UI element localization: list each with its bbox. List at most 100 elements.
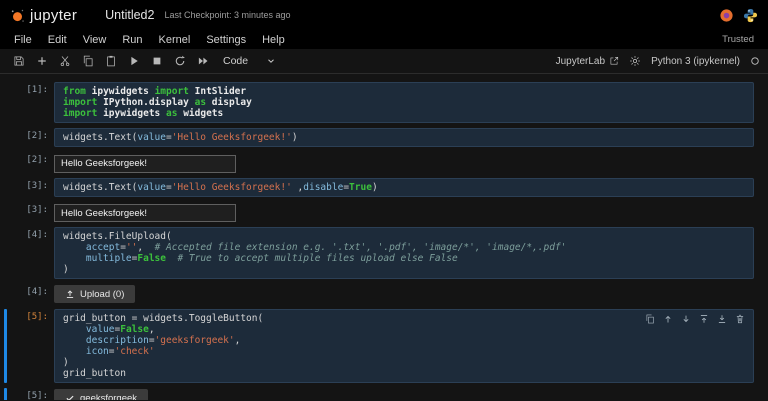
text-widget-input[interactable]: [54, 204, 236, 222]
cell-type-value: Code: [223, 55, 248, 67]
insert-above-icon: [699, 314, 709, 324]
execution-prompt: [3]:: [12, 178, 54, 197]
jupyter-logo-icon: [10, 8, 25, 23]
copy-button[interactable]: [77, 52, 98, 71]
check-icon: [65, 393, 75, 400]
notebook: [1]:from ipywidgets import IntSliderimpo…: [0, 74, 768, 400]
menubar: File Edit View Run Kernel Settings Help …: [0, 30, 768, 49]
move-up-icon: [663, 314, 673, 324]
menu-view[interactable]: View: [75, 32, 115, 48]
output-row: [5]:geeksforgeek: [4, 388, 754, 400]
save-button[interactable]: [8, 52, 29, 71]
code-line: grid_button: [63, 368, 745, 379]
output-row: [2]:: [4, 152, 754, 173]
jupyter-logo[interactable]: jupyter: [10, 7, 77, 24]
cell-output: [54, 202, 754, 223]
python-logo-icon[interactable]: [743, 8, 758, 23]
delete-icon: [735, 314, 745, 324]
code-line: ): [63, 357, 745, 368]
code-cell-row: [4]:widgets.FileUpload( accept='', # Acc…: [4, 227, 754, 279]
code-line: from ipywidgets import IntSlider: [63, 86, 745, 97]
code-line: multiple=False # True to accept multiple…: [63, 253, 745, 264]
delete-button[interactable]: [734, 313, 746, 325]
execution-prompt: [3]:: [12, 202, 54, 223]
cell-selection-bar: [4, 388, 7, 400]
external-link-icon: [609, 56, 619, 66]
code-editor[interactable]: widgets.Text(value='Hello Geeksforgeek!'…: [54, 128, 754, 147]
notebook-title[interactable]: Untitled2: [105, 8, 154, 22]
jupyter-logo-text: jupyter: [30, 7, 77, 24]
add-cell-button[interactable]: [31, 52, 52, 71]
code-editor[interactable]: grid_button = widgets.ToggleButton( valu…: [54, 309, 754, 383]
output-row: [3]:: [4, 202, 754, 223]
move-down-button[interactable]: [680, 313, 692, 325]
cell-selection-bar: [4, 309, 7, 383]
code-line: widgets.FileUpload(: [63, 231, 745, 242]
menu-edit[interactable]: Edit: [40, 32, 75, 48]
menu-file[interactable]: File: [6, 32, 40, 48]
menu-run[interactable]: Run: [114, 32, 150, 48]
toggle-widget-button[interactable]: geeksforgeek: [54, 389, 148, 400]
code-editor[interactable]: from ipywidgets import IntSliderimport I…: [54, 82, 754, 123]
cell-selection-bar: [4, 128, 7, 147]
code-line: import ipywidgets as widgets: [63, 108, 745, 119]
cell-output: [54, 152, 754, 173]
run-button[interactable]: [123, 52, 144, 71]
upload-icon: [65, 289, 75, 299]
notebook-toolbar: Code JupyterLab Python 3 (ipykernel): [0, 49, 768, 74]
chevron-down-icon: [266, 56, 276, 66]
insert-below-icon: [717, 314, 727, 324]
execution-prompt: [2]:: [12, 128, 54, 147]
code-cell-row: [2]:widgets.Text(value='Hello Geeksforge…: [4, 128, 754, 147]
cell-selection-bar: [4, 178, 7, 197]
toolbar-right: JupyterLab Python 3 (ipykernel): [556, 55, 760, 67]
upload-widget-label: Upload (0): [80, 289, 124, 300]
kernel-status-icon[interactable]: [750, 56, 760, 66]
gear-icon[interactable]: [629, 55, 641, 67]
code-line: ): [63, 264, 745, 275]
code-editor[interactable]: widgets.Text(value='Hello Geeksforgeek!'…: [54, 178, 754, 197]
kernel-name[interactable]: Python 3 (ipykernel): [651, 56, 740, 67]
code-line: description='geeksforgeek',: [63, 335, 745, 346]
cell-selection-bar: [4, 284, 7, 304]
paste-button[interactable]: [100, 52, 121, 71]
checkpoint-text: Last Checkpoint: 3 minutes ago: [164, 10, 290, 20]
insert-below-button[interactable]: [716, 313, 728, 325]
code-line: import IPython.display as display: [63, 97, 745, 108]
output-row: [4]: Upload (0): [4, 284, 754, 304]
execution-prompt: [2]:: [12, 152, 54, 173]
duplicate-button[interactable]: [644, 313, 656, 325]
duplicate-icon: [645, 314, 655, 324]
fast-forward-button[interactable]: [192, 52, 213, 71]
cell-type-dropdown[interactable]: Code: [223, 55, 276, 67]
restart-icon: [174, 55, 186, 67]
code-editor[interactable]: widgets.FileUpload( accept='', # Accepte…: [54, 227, 754, 279]
insert-above-button[interactable]: [698, 313, 710, 325]
cell-selection-bar: [4, 202, 7, 223]
code-cell-row: [3]:widgets.Text(value='Hello Geeksforge…: [4, 178, 754, 197]
menu-help[interactable]: Help: [254, 32, 293, 48]
header: jupyter Untitled2 Last Checkpoint: 3 min…: [0, 0, 768, 30]
menu-kernel[interactable]: Kernel: [151, 32, 199, 48]
cut-button[interactable]: [54, 52, 75, 71]
stop-icon: [151, 55, 163, 67]
jupyterlab-link-label: JupyterLab: [556, 56, 605, 67]
fast-forward-icon: [197, 55, 209, 67]
restart-button[interactable]: [169, 52, 190, 71]
cell-selection-bar: [4, 227, 7, 279]
code-cell-row: [5]:grid_button = widgets.ToggleButton( …: [4, 309, 754, 383]
save-icon: [13, 55, 25, 67]
text-widget-input[interactable]: [54, 155, 236, 173]
menu-settings[interactable]: Settings: [198, 32, 254, 48]
toggle-widget-label: geeksforgeek: [80, 393, 137, 401]
upload-widget-button[interactable]: Upload (0): [54, 285, 135, 303]
execution-prompt: [4]:: [12, 284, 54, 304]
stop-button[interactable]: [146, 52, 167, 71]
run-icon: [128, 55, 140, 67]
execution-prompt: [4]:: [12, 227, 54, 279]
cut-icon: [59, 55, 71, 67]
jupyter-orb-icon[interactable]: [719, 8, 734, 23]
move-up-button[interactable]: [662, 313, 674, 325]
execution-prompt: [1]:: [12, 82, 54, 123]
jupyterlab-link[interactable]: JupyterLab: [556, 56, 619, 67]
